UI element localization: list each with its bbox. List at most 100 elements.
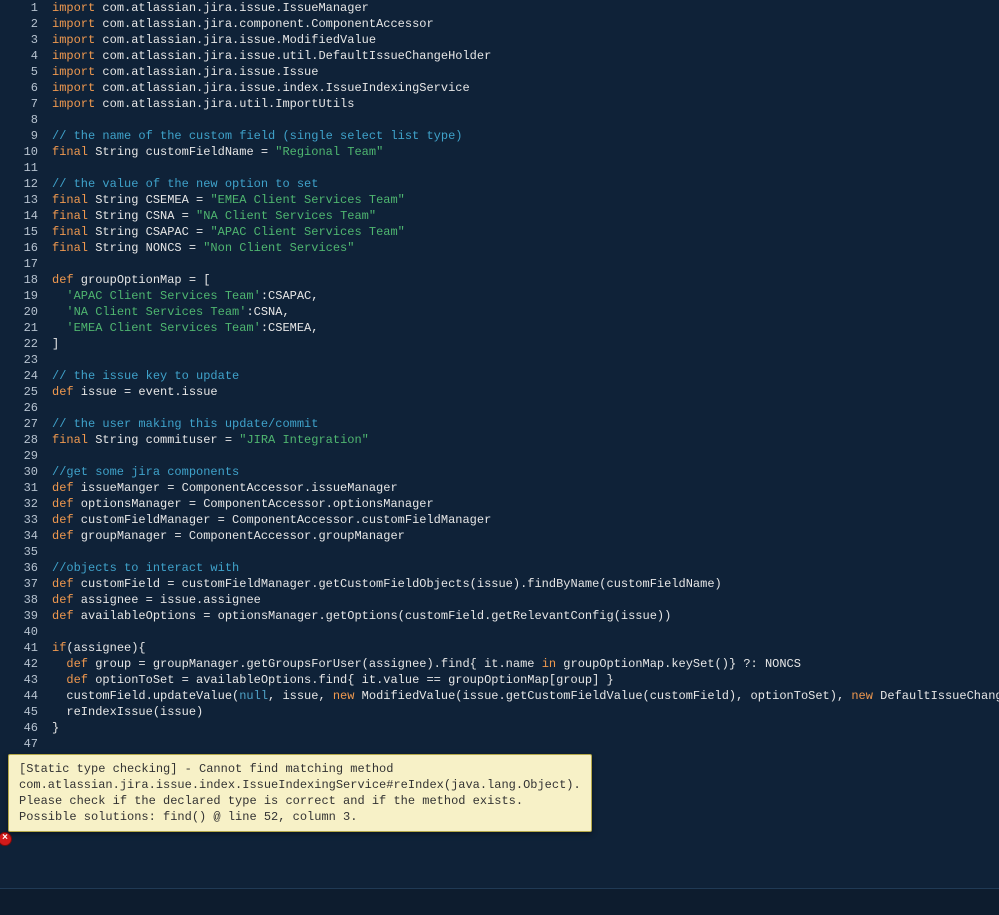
token-id: String CSAPAC = <box>88 225 210 239</box>
line-number: 32 <box>0 496 38 512</box>
line-number: 3 <box>0 32 38 48</box>
token-id: String customFieldName = <box>88 145 275 159</box>
code-line[interactable]: 'EMEA Client Services Team':CSEMEA, <box>52 320 999 336</box>
code-line[interactable]: final String CSEMEA = "EMEA Client Servi… <box>52 192 999 208</box>
code-line[interactable]: if(assignee){ <box>52 640 999 656</box>
code-line[interactable]: final String customFieldName = "Regional… <box>52 144 999 160</box>
token-id: optionToSet = availableOptions.find{ it.… <box>88 673 614 687</box>
line-number: 46 <box>0 720 38 736</box>
token-id: } <box>52 721 59 735</box>
code-line[interactable]: def issueManger = ComponentAccessor.issu… <box>52 480 999 496</box>
code-editor[interactable]: 1234567891011121314151617181920212223242… <box>0 0 999 915</box>
token-cmt: // the name of the custom field (single … <box>52 129 462 143</box>
code-line[interactable]: def group = groupManager.getGroupsForUse… <box>52 656 999 672</box>
code-line[interactable]: final String commituser = "JIRA Integrat… <box>52 432 999 448</box>
code-line[interactable] <box>52 736 999 752</box>
code-line[interactable]: 'NA Client Services Team':CSNA, <box>52 304 999 320</box>
code-content[interactable]: import com.atlassian.jira.issue.IssueMan… <box>46 0 999 800</box>
code-line[interactable]: def optionsManager = ComponentAccessor.o… <box>52 496 999 512</box>
code-line[interactable]: import com.atlassian.jira.component.Comp… <box>52 16 999 32</box>
code-line[interactable]: def optionToSet = availableOptions.find{… <box>52 672 999 688</box>
code-line[interactable]: final String NONCS = "Non Client Service… <box>52 240 999 256</box>
code-line[interactable] <box>52 624 999 640</box>
token-id <box>52 305 66 319</box>
token-id: groupOptionMap.keySet()} ?: NONCS <box>556 657 801 671</box>
code-line[interactable]: import com.atlassian.jira.issue.index.Is… <box>52 80 999 96</box>
code-line[interactable]: import com.atlassian.jira.issue.IssueMan… <box>52 0 999 16</box>
line-number: 6 <box>0 80 38 96</box>
token-str: 'APAC Client Services Team' <box>66 289 260 303</box>
code-line[interactable] <box>52 352 999 368</box>
code-line[interactable]: final String CSAPAC = "APAC Client Servi… <box>52 224 999 240</box>
tooltip-line: Possible solutions: find() @ line 52, co… <box>19 809 581 825</box>
code-line[interactable]: final String CSNA = "NA Client Services … <box>52 208 999 224</box>
code-line[interactable] <box>52 112 999 128</box>
tooltip-line: Please check if the declared type is cor… <box>19 793 581 809</box>
token-id: groupManager = ComponentAccessor.groupMa… <box>74 529 405 543</box>
code-line[interactable]: // the user making this update/commit <box>52 416 999 432</box>
line-number: 12 <box>0 176 38 192</box>
code-line[interactable]: def availableOptions = optionsManager.ge… <box>52 608 999 624</box>
code-line[interactable] <box>52 160 999 176</box>
token-id: , issue, <box>268 689 333 703</box>
line-number: 34 <box>0 528 38 544</box>
tooltip-line: [Static type checking] - Cannot find mat… <box>19 761 581 777</box>
code-line[interactable]: def customFieldManager = ComponentAccess… <box>52 512 999 528</box>
code-line[interactable]: // the issue key to update <box>52 368 999 384</box>
code-line[interactable]: ] <box>52 336 999 352</box>
line-number: 27 <box>0 416 38 432</box>
token-id: (assignee){ <box>66 641 145 655</box>
token-str: 'EMEA Client Services Team' <box>66 321 260 335</box>
token-id: assignee = issue.assignee <box>74 593 261 607</box>
editor-bottom-bar <box>0 888 999 915</box>
line-number: 10 <box>0 144 38 160</box>
code-line[interactable]: //get some jira components <box>52 464 999 480</box>
code-line[interactable]: import com.atlassian.jira.issue.Issue <box>52 64 999 80</box>
line-number: 19 <box>0 288 38 304</box>
code-line[interactable]: //objects to interact with <box>52 560 999 576</box>
code-area[interactable]: 1234567891011121314151617181920212223242… <box>0 0 999 800</box>
error-tooltip: [Static type checking] - Cannot find mat… <box>8 754 592 832</box>
code-line[interactable] <box>52 448 999 464</box>
line-number: 17 <box>0 256 38 272</box>
code-line[interactable]: // the value of the new option to set <box>52 176 999 192</box>
token-id: String commituser = <box>88 433 239 447</box>
code-line[interactable]: def groupOptionMap = [ <box>52 272 999 288</box>
code-line[interactable] <box>52 256 999 272</box>
code-line[interactable]: import com.atlassian.jira.util.ImportUti… <box>52 96 999 112</box>
code-line[interactable]: // the name of the custom field (single … <box>52 128 999 144</box>
token-id: reIndexIssue(issue) <box>52 705 203 719</box>
line-number: 40 <box>0 624 38 640</box>
token-id: ] <box>52 337 59 351</box>
code-line[interactable]: def issue = event.issue <box>52 384 999 400</box>
code-line[interactable]: } <box>52 720 999 736</box>
code-line[interactable] <box>52 544 999 560</box>
token-id <box>52 673 66 687</box>
code-line[interactable] <box>52 400 999 416</box>
code-line[interactable]: customField.updateValue(null, issue, new… <box>52 688 999 704</box>
code-line[interactable]: import com.atlassian.jira.issue.util.Def… <box>52 48 999 64</box>
token-kw: import <box>52 49 95 63</box>
line-number: 42 <box>0 656 38 672</box>
token-kw: def <box>52 513 74 527</box>
code-line[interactable]: reIndexIssue(issue) <box>52 704 999 720</box>
line-number: 11 <box>0 160 38 176</box>
token-id: ModifiedValue(issue.getCustomFieldValue(… <box>354 689 851 703</box>
token-id: groupOptionMap = [ <box>74 273 211 287</box>
line-number: 5 <box>0 64 38 80</box>
line-number: 44 <box>0 688 38 704</box>
code-line[interactable]: import com.atlassian.jira.issue.Modified… <box>52 32 999 48</box>
code-line[interactable]: def customField = customFieldManager.get… <box>52 576 999 592</box>
code-line[interactable]: def assignee = issue.assignee <box>52 592 999 608</box>
line-number: 1 <box>0 0 38 16</box>
token-str: "JIRA Integration" <box>239 433 369 447</box>
line-number: 41 <box>0 640 38 656</box>
token-cmt: // the user making this update/commit <box>52 417 318 431</box>
token-id: :CSAPAC, <box>261 289 319 303</box>
token-kw: def <box>66 657 88 671</box>
token-id <box>52 321 66 335</box>
token-kw: if <box>52 641 66 655</box>
code-line[interactable]: def groupManager = ComponentAccessor.gro… <box>52 528 999 544</box>
error-marker-icon[interactable]: × <box>0 832 12 846</box>
code-line[interactable]: 'APAC Client Services Team':CSAPAC, <box>52 288 999 304</box>
